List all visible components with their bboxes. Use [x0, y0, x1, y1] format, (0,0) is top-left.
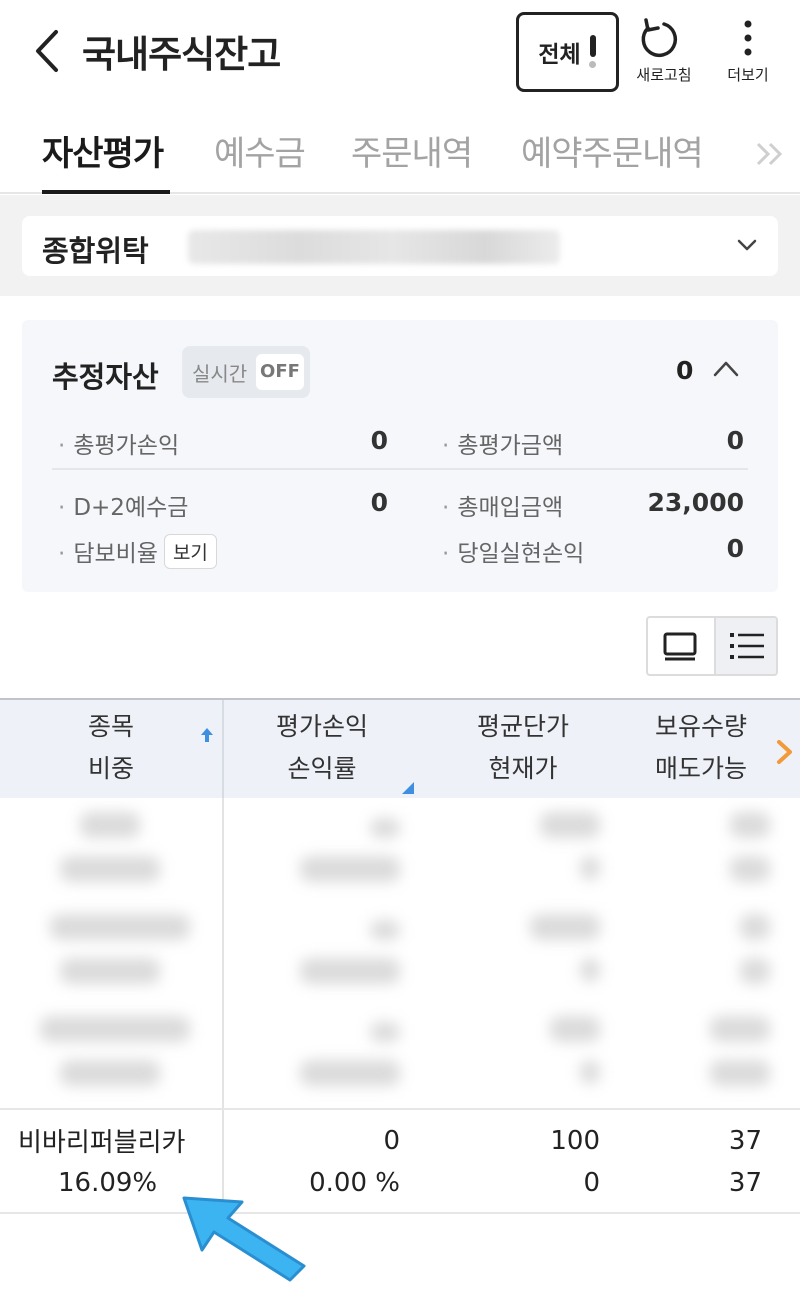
header-sellable-label: 매도가능 — [654, 754, 747, 783]
active-tab-indicator — [42, 190, 170, 194]
all-accounts-button[interactable]: 전체 — [516, 12, 619, 92]
total-purchase-label: 총매입금액 — [457, 495, 564, 521]
total-eval-pl-row: · 총평가손익 — [58, 433, 180, 459]
stock-weight: 16.09% — [58, 1168, 158, 1198]
tab-reserved-orders[interactable]: 예약주문내역 — [521, 126, 704, 175]
header-col-qty[interactable]: 보유수량 매도가능 — [626, 706, 776, 790]
tab-asset-evaluation[interactable]: 자산평가 — [42, 126, 164, 175]
header-current-price-label: 현재가 — [488, 754, 558, 783]
stock-name: 비바리퍼블리카 — [18, 1128, 186, 1158]
realized-pl-row: · 당일실현손익 — [442, 541, 585, 567]
back-arrow-icon[interactable] — [26, 26, 70, 76]
more-vertical-icon — [744, 20, 752, 56]
header-quantity-label: 보유수량 — [654, 712, 747, 741]
avg-price-value: 100 — [550, 1126, 600, 1156]
total-eval-pl-value: 0 — [370, 426, 388, 455]
collateral-ratio-row: · 담보비율 보기 — [58, 534, 217, 569]
d2-deposit-value: 0 — [370, 488, 388, 517]
card-view-button[interactable] — [648, 618, 713, 674]
tab-deposit[interactable]: 예수금 — [214, 126, 306, 175]
tabs-scroll-more-icon[interactable] — [752, 134, 800, 174]
total-purchase-row: · 총매입금액 — [442, 495, 564, 521]
collateral-ratio-label: 담보비율 — [73, 541, 158, 567]
header-col-stock[interactable]: 종목 비중 — [0, 706, 222, 790]
alert-exclamation-icon — [589, 35, 597, 69]
estimated-assets-total: 0 — [676, 356, 694, 385]
estimated-assets-card: 추정자산 실시간 OFF 0 · 총평가손익 0 · 총평가금액 0 · D+2예수금… — [22, 320, 778, 592]
account-number-masked — [188, 230, 560, 264]
header-weight-label: 비중 — [87, 754, 134, 783]
realized-pl-label: 당일실현손익 — [457, 541, 585, 567]
more-label: 더보기 — [727, 66, 769, 84]
quantity-value: 37 — [728, 1126, 762, 1156]
blurred-holdings-rows — [0, 798, 800, 1104]
table-row[interactable]: 비바리퍼블리카 16.09% 0 0.00 % 100 0 37 37 — [0, 1108, 800, 1214]
header-col-price[interactable]: 평균단가 현재가 — [420, 706, 626, 790]
total-eval-amount-row: · 총평가금액 — [442, 433, 564, 459]
collapse-chevron-up-icon[interactable] — [712, 358, 740, 380]
refresh-label: 새로고침 — [636, 66, 692, 84]
realtime-label: 실시간 — [192, 362, 248, 386]
account-selector[interactable]: 종합위탁 — [22, 216, 778, 276]
d2-deposit-label: D+2예수금 — [73, 495, 189, 521]
pointer-arrow-icon — [182, 1196, 306, 1282]
collateral-view-button[interactable]: 보기 — [163, 534, 217, 569]
holdings-table-header: 종목 비중 평가손익 손익률 평균단가 현재가 보유수량 매도가능 — [0, 698, 800, 800]
chevron-down-icon — [737, 239, 757, 251]
table-row-blurred[interactable] — [0, 900, 800, 1002]
list-view-button[interactable] — [714, 618, 776, 674]
estimated-assets-title: 추정자산 — [52, 360, 159, 394]
all-button-label: 전체 — [538, 42, 581, 68]
header-col-pl[interactable]: 평가손익 손익률 — [224, 706, 420, 790]
summary-divider — [52, 468, 748, 470]
tab-bar: 자산평가 예수금 주문내역 예약주문내역 — [0, 104, 800, 194]
view-mode-toggle — [646, 616, 778, 676]
total-eval-amount-label: 총평가금액 — [457, 433, 564, 459]
sort-ascending-icon[interactable] — [200, 726, 214, 746]
sellable-value: 37 — [728, 1168, 762, 1198]
total-purchase-value: 23,000 — [647, 488, 744, 517]
current-price-value: 0 — [583, 1168, 600, 1198]
account-type-label: 종합위탁 — [42, 234, 149, 268]
header-pl-rate-label: 손익률 — [287, 754, 357, 783]
header-eval-pl-label: 평가손익 — [275, 712, 368, 741]
total-eval-pl-label: 총평가손익 — [73, 433, 180, 459]
realtime-toggle[interactable]: 실시간 OFF — [182, 346, 310, 398]
total-eval-amount-value: 0 — [726, 426, 744, 455]
table-row-blurred[interactable] — [0, 1002, 800, 1104]
eval-pl-value: 0 — [383, 1126, 400, 1156]
realtime-state: OFF — [256, 354, 304, 390]
list-view-icon — [730, 633, 764, 659]
realized-pl-value: 0 — [726, 534, 744, 563]
more-button[interactable]: 더보기 — [708, 18, 788, 92]
header-stock-label: 종목 — [87, 712, 134, 741]
card-view-icon — [663, 632, 697, 661]
d2-deposit-row: · D+2예수금 — [58, 495, 189, 521]
header-avg-price-label: 평균단가 — [476, 712, 569, 741]
tab-order-history[interactable]: 주문내역 — [351, 126, 473, 175]
refresh-button[interactable]: 새로고침 — [624, 18, 704, 92]
refresh-icon — [641, 18, 678, 58]
table-row-blurred[interactable] — [0, 798, 800, 900]
scroll-right-chevron-icon[interactable] — [774, 738, 796, 766]
sort-indicator-icon — [402, 782, 414, 794]
page-title: 국내주식잔고 — [82, 33, 281, 76]
app-header: 국내주식잔고 전체 새로고침 더보기 — [0, 0, 800, 104]
